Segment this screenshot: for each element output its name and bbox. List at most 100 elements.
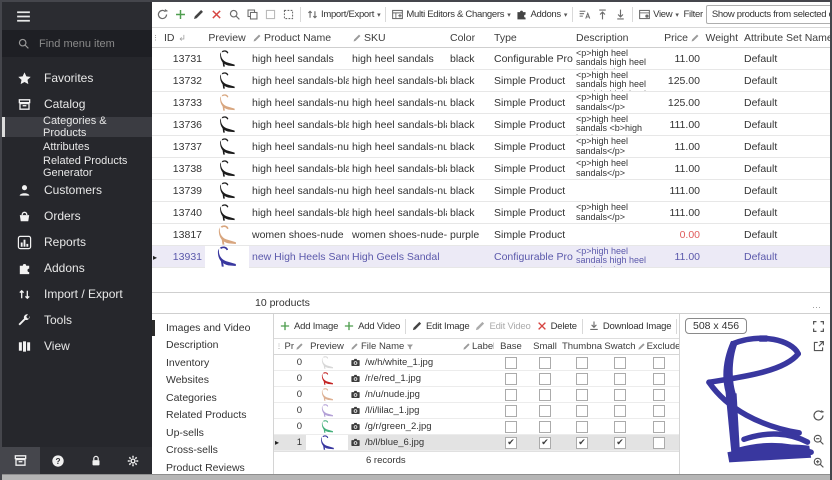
- swatch-checkbox[interactable]: [614, 437, 626, 449]
- column-header-exclude[interactable]: Exclude: [638, 341, 679, 352]
- base-checkbox[interactable]: [505, 373, 517, 385]
- table-row[interactable]: 13740high heel sandals-black-38high heel…: [152, 202, 830, 224]
- base-checkbox[interactable]: [505, 389, 517, 401]
- zoom-out-icon[interactable]: [812, 433, 825, 446]
- edit-image-button[interactable]: Edit Image: [409, 315, 471, 337]
- thumbnail-checkbox[interactable]: [576, 373, 588, 385]
- tab-cross-sells[interactable]: Cross-sells: [152, 442, 273, 460]
- column-header-label[interactable]: Label: [460, 341, 494, 352]
- thumbnail-checkbox[interactable]: [576, 421, 588, 433]
- table-row[interactable]: 13739high heel sandals-nude-37high heel …: [152, 180, 830, 202]
- column-header-preview[interactable]: Preview: [306, 341, 348, 352]
- rotate-icon[interactable]: [812, 409, 825, 422]
- column-header-type[interactable]: Type: [491, 32, 573, 44]
- sidebar-item-catalog[interactable]: Catalog: [2, 91, 152, 117]
- add-product-button[interactable]: [172, 4, 189, 26]
- image-row[interactable]: 0/r/e/red_1.jpg: [274, 371, 679, 387]
- edit-product-button[interactable]: [190, 4, 207, 26]
- download-image-button[interactable]: Download Image: [586, 315, 674, 337]
- move-down-button[interactable]: [612, 4, 629, 26]
- sidebar-item-attributes[interactable]: Attributes: [2, 137, 152, 157]
- table-row[interactable]: 13817women shoes-nudewomen shoes-nude-2p…: [152, 224, 830, 246]
- refresh-button[interactable]: [154, 4, 171, 26]
- open-external-icon[interactable]: [812, 340, 825, 353]
- table-row[interactable]: 13736high heel sandals-black-36high heel…: [152, 114, 830, 136]
- swatch-checkbox[interactable]: [614, 405, 626, 417]
- swatch-checkbox[interactable]: [614, 357, 626, 369]
- import-export-dropdown[interactable]: Import/Export▾: [304, 4, 382, 26]
- swatch-checkbox[interactable]: [614, 421, 626, 433]
- tab-related-products[interactable]: Related Products: [152, 407, 273, 425]
- tab-product-reviews[interactable]: Product Reviews: [152, 459, 273, 474]
- thumbnail-checkbox[interactable]: [576, 357, 588, 369]
- paste-special-button[interactable]: [280, 4, 297, 26]
- fit-to-screen-icon[interactable]: [812, 320, 825, 333]
- move-up-button[interactable]: [594, 4, 611, 26]
- tab-description[interactable]: Description: [152, 337, 273, 355]
- sidebar-item-import-export[interactable]: Import / Export: [2, 281, 152, 307]
- table-row[interactable]: 13732high heel sandals-blackhigh heel sa…: [152, 70, 830, 92]
- tab-categories[interactable]: Categories: [152, 389, 273, 407]
- column-header-file-name[interactable]: File Name: [348, 341, 460, 352]
- zoom-in-icon[interactable]: [812, 456, 825, 469]
- thumbnail-checkbox[interactable]: [576, 437, 588, 449]
- small-checkbox[interactable]: [539, 373, 551, 385]
- swatch-checkbox[interactable]: [614, 373, 626, 385]
- column-header-product-name[interactable]: Product Name: [249, 32, 349, 44]
- add-video-button[interactable]: Add Video: [341, 315, 402, 337]
- hamburger-menu-icon[interactable]: [15, 8, 32, 25]
- add-image-button[interactable]: Add Image: [277, 315, 340, 337]
- swatch-checkbox[interactable]: [614, 389, 626, 401]
- thumbnail-checkbox[interactable]: [576, 389, 588, 401]
- copy-button[interactable]: [244, 4, 261, 26]
- small-checkbox[interactable]: [539, 405, 551, 417]
- column-header-attribute-set[interactable]: Attribute Set Name: [741, 32, 830, 44]
- sidebar-item-tools[interactable]: Tools: [2, 307, 152, 333]
- exclude-checkbox[interactable]: [653, 437, 665, 449]
- sidebar-item-categories-products[interactable]: Categories & Products: [2, 117, 152, 137]
- small-checkbox[interactable]: [539, 421, 551, 433]
- small-checkbox[interactable]: [539, 357, 551, 369]
- column-header-base[interactable]: Base: [494, 341, 528, 352]
- paste-button[interactable]: [262, 4, 279, 26]
- table-row[interactable]: 13733high heel sandals-nudehigh heel san…: [152, 92, 830, 114]
- sidebar-item-view[interactable]: View: [2, 333, 152, 359]
- delete-product-button[interactable]: [208, 4, 225, 26]
- column-header-thumbnail[interactable]: Thumbna: [562, 341, 602, 352]
- column-header-price[interactable]: Price: [661, 32, 703, 44]
- image-row[interactable]: 0/n/u/nude.jpg: [274, 387, 679, 403]
- exclude-checkbox[interactable]: [653, 357, 665, 369]
- thumbnail-checkbox[interactable]: [576, 405, 588, 417]
- column-header-preview[interactable]: Preview: [205, 32, 249, 44]
- image-row[interactable]: 0/l/i/lilac_1.jpg: [274, 403, 679, 419]
- small-checkbox[interactable]: [539, 389, 551, 401]
- sidebar-item-addons[interactable]: Addons: [2, 255, 152, 281]
- exclude-checkbox[interactable]: [653, 373, 665, 385]
- column-header-weight[interactable]: Weight: [703, 32, 741, 44]
- table-row[interactable]: 13737high heel sandals-nude-36high heel …: [152, 136, 830, 158]
- sidebar-item-related-products-generator[interactable]: Related Products Generator: [2, 157, 152, 177]
- help-button[interactable]: [40, 447, 78, 474]
- table-row[interactable]: 13731high heel sandalshigh heel sandalsb…: [152, 48, 830, 70]
- column-header-id[interactable]: ID: [161, 32, 205, 44]
- tab-websites[interactable]: Websites: [152, 372, 273, 390]
- image-row[interactable]: 0/w/h/white_1.jpg: [274, 355, 679, 371]
- delete-image-button[interactable]: Delete: [534, 315, 579, 337]
- base-checkbox[interactable]: [505, 357, 517, 369]
- tab-up-sells[interactable]: Up-sells: [152, 424, 273, 442]
- exclude-checkbox[interactable]: [653, 421, 665, 433]
- small-checkbox[interactable]: [539, 437, 551, 449]
- image-row-selected[interactable]: 1/b/l/blue_6.jpg: [274, 435, 679, 451]
- base-checkbox[interactable]: [505, 421, 517, 433]
- edit-video-button[interactable]: Edit Video: [472, 315, 532, 337]
- image-row[interactable]: 0/g/r/green_2.jpg: [274, 419, 679, 435]
- base-checkbox[interactable]: [505, 437, 517, 449]
- sidebar-item-reports[interactable]: Reports: [2, 229, 152, 255]
- exclude-checkbox[interactable]: [653, 405, 665, 417]
- sidebar-item-orders[interactable]: Orders: [2, 203, 152, 229]
- lock-button[interactable]: [77, 447, 115, 474]
- store-drawer-button[interactable]: [2, 447, 40, 474]
- column-header-small[interactable]: Small: [528, 341, 562, 352]
- column-header-color[interactable]: Color: [447, 32, 491, 44]
- table-row-selected[interactable]: 13931new High Heels SandalsHigh Geels Sa…: [152, 246, 830, 268]
